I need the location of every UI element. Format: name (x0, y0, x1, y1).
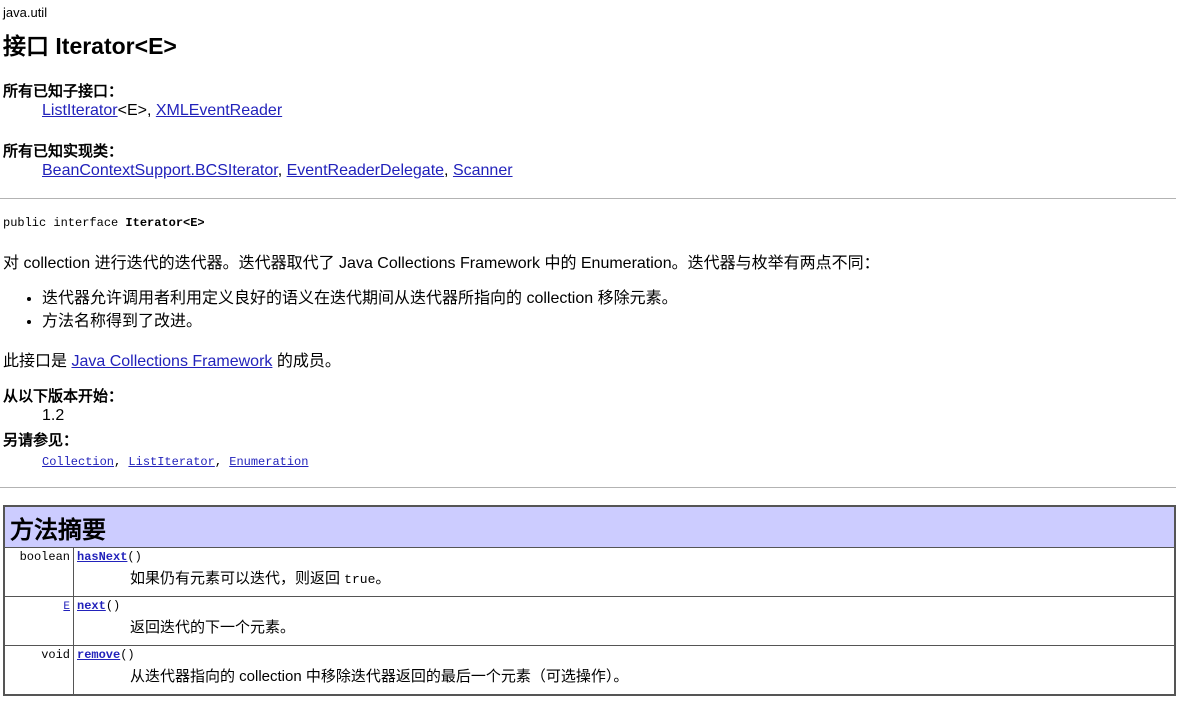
next-method-link[interactable]: next (77, 599, 106, 613)
return-type: void (3, 645, 74, 695)
method-description-text: 从迭代器指向的 collection 中移除迭代器返回的最后一个元素（可选操作）… (130, 668, 629, 685)
bcsiterator-link[interactable]: BeanContextSupport.BCSIterator (42, 162, 278, 179)
return-type: E (3, 596, 74, 646)
separator: , (214, 455, 223, 469)
implementing-classes-list: BeanContextSupport.BCSIterator, EventRea… (42, 162, 513, 180)
eventreaderdelegate-link[interactable]: EventReaderDelegate (287, 162, 444, 179)
method-summary-header: 方法摘要 (3, 505, 1176, 548)
type-e-link[interactable]: E (63, 601, 70, 613)
separator: , (277, 162, 283, 179)
see-also-list: Collection, ListIterator, Enumeration (42, 455, 308, 469)
collection-link[interactable]: Collection (42, 455, 114, 469)
collections-framework-link[interactable]: Java Collections Framework (71, 353, 272, 370)
method-description-suffix: 。 (375, 570, 391, 587)
hasnext-method-link[interactable]: hasNext (77, 550, 127, 564)
divider (0, 487, 1176, 488)
page-title: 接口 Iterator<E> (3, 33, 177, 59)
framework-membership: 此接口是 Java Collections Framework 的成员。 (3, 347, 341, 371)
list-item: 方法名称得到了改进。 (42, 310, 678, 333)
method-params: () (120, 648, 135, 662)
method-summary-table: 方法摘要 boolean hasNext() 如果仍有元素可以迭代，则返回 tr… (3, 505, 1176, 696)
separator: , (114, 455, 122, 469)
method-description-code: true (344, 572, 376, 587)
enumeration-link[interactable]: Enumeration (229, 455, 308, 469)
table-row: void remove() 从迭代器指向的 collection 中移除迭代器返… (3, 645, 1176, 695)
xmleventreader-link[interactable]: XMLEventReader (156, 102, 282, 119)
method-cell: remove() 从迭代器指向的 collection 中移除迭代器返回的最后一… (73, 645, 1176, 695)
signature-prefix: public interface (3, 216, 126, 230)
method-cell: hasNext() 如果仍有元素可以迭代，则返回 true。 (73, 547, 1176, 597)
implementing-classes-label: 所有已知实现类： (3, 143, 124, 160)
subinterfaces-list: ListIterator<E>, XMLEventReader (42, 102, 282, 120)
signature-name: Iterator<E> (125, 216, 205, 230)
membership-suffix: 的成员。 (272, 353, 341, 370)
since-value: 1.2 (42, 407, 65, 424)
interface-signature: public interface Iterator<E> (3, 216, 205, 230)
see-also-label: 另请参见： (3, 432, 79, 449)
listiterator-see-link[interactable]: ListIterator (128, 455, 214, 469)
interface-description: 对 collection 进行迭代的迭代器。迭代器取代了 Java Collec… (3, 255, 880, 272)
list-item: 迭代器允许调用者利用定义良好的语义在迭代期间从迭代器所指向的 collectio… (42, 287, 678, 310)
listiterator-type-suffix: <E>, (117, 102, 152, 119)
table-row: E next() 返回迭代的下一个元素。 (3, 596, 1176, 646)
listiterator-link[interactable]: ListIterator (42, 102, 118, 119)
divider (0, 198, 1176, 199)
separator: , (444, 162, 449, 179)
subinterfaces-label: 所有已知子接口： (3, 83, 124, 100)
method-cell: next() 返回迭代的下一个元素。 (73, 596, 1176, 646)
method-description: 从迭代器指向的 collection 中移除迭代器返回的最后一个元素（可选操作）… (77, 665, 1171, 686)
method-description-text: 返回迭代的下一个元素。 (130, 619, 296, 636)
method-description: 如果仍有元素可以迭代，则返回 true。 (77, 567, 1171, 588)
since-label: 从以下版本开始： (3, 388, 124, 405)
method-description-text: 如果仍有元素可以迭代，则返回 (130, 570, 345, 587)
method-description: 返回迭代的下一个元素。 (77, 616, 1171, 637)
table-row: boolean hasNext() 如果仍有元素可以迭代，则返回 true。 (3, 547, 1176, 597)
method-params: () (127, 550, 142, 564)
package-name: java.util (3, 5, 48, 20)
membership-prefix: 此接口是 (3, 353, 72, 370)
scanner-link[interactable]: Scanner (453, 162, 513, 179)
difference-list: 迭代器允许调用者利用定义良好的语义在迭代期间从迭代器所指向的 collectio… (22, 287, 678, 333)
method-params: () (105, 599, 121, 613)
return-type: boolean (3, 547, 74, 597)
remove-method-link[interactable]: remove (77, 648, 120, 662)
